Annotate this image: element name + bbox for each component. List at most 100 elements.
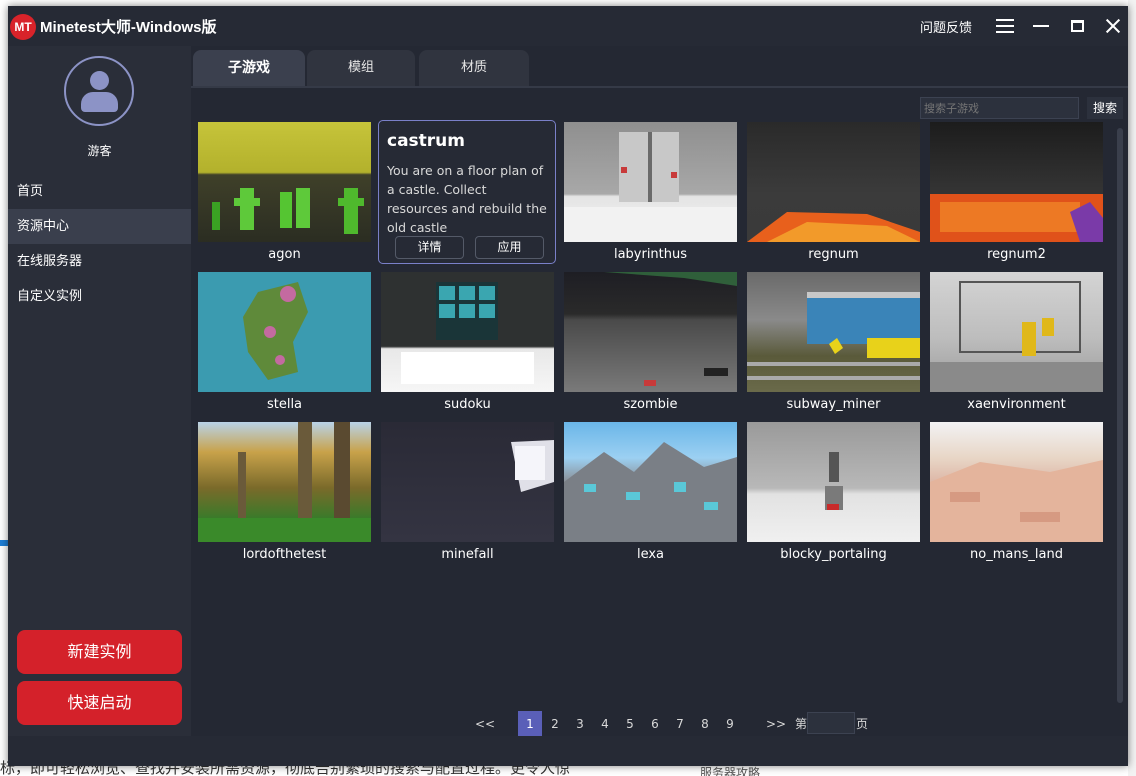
apply-button[interactable]: 应用 [475, 236, 544, 259]
details-button[interactable]: 详情 [395, 236, 464, 259]
sidebar-item-resources[interactable]: 资源中心 [8, 209, 191, 244]
feedback-link[interactable]: 问题反馈 [920, 17, 972, 36]
page-button-2[interactable]: 2 [548, 711, 562, 737]
regnum2-scene [930, 194, 1103, 242]
app-logo: MT [10, 14, 36, 40]
maximize-icon[interactable] [1064, 12, 1092, 40]
game-card-subway_miner[interactable]: subway_miner [747, 272, 920, 418]
labyrinthus-scene [564, 132, 737, 242]
tab-subgames[interactable]: 子游戏 [193, 50, 305, 86]
page-button-5[interactable]: 5 [623, 711, 637, 737]
game-thumbnail [198, 122, 371, 242]
user-icon-body [81, 92, 118, 112]
sidebar-item-home[interactable]: 首页 [8, 174, 191, 209]
sidebar-item-servers[interactable]: 在线服务器 [8, 244, 191, 279]
game-name: sudoku [444, 397, 491, 412]
game-card-regnum[interactable]: regnum [747, 122, 920, 268]
game-card-castrum[interactable]: castrum You are on a floor plan of a cas… [378, 120, 556, 264]
game-thumbnail [564, 422, 737, 542]
page-button-7[interactable]: 7 [673, 711, 687, 737]
search-button[interactable]: 搜索 [1087, 97, 1123, 119]
avatar[interactable] [64, 56, 134, 126]
game-name: agon [268, 247, 301, 262]
subway-miner-scene [747, 292, 920, 380]
game-card-agon[interactable]: agon [198, 122, 371, 268]
minimize-icon[interactable] [1028, 12, 1056, 40]
user-icon-head [90, 71, 109, 90]
username: 游客 [87, 144, 112, 158]
game-name: minefall [441, 547, 494, 562]
menu-icon[interactable] [992, 12, 1020, 40]
scrollbar[interactable] [1117, 128, 1123, 703]
goto-page-suffix: 页 [855, 717, 868, 731]
game-thumbnail [381, 422, 554, 542]
game-card-labyrinthus[interactable]: labyrinthus [564, 122, 737, 268]
game-thumbnail [564, 122, 737, 242]
lexa-scene [564, 442, 737, 542]
page-button-6[interactable]: 6 [648, 711, 662, 737]
background-right-strip [1128, 0, 1136, 776]
prev-page-button[interactable]: << [475, 711, 495, 737]
game-card-lexa[interactable]: lexa [564, 422, 737, 568]
stella-scene [243, 282, 308, 380]
sidebar: 游客 首页 资源中心 在线服务器 自定义实例 新建实例 快速启动 [8, 46, 191, 736]
search-input[interactable] [920, 97, 1079, 119]
szombie-scene [604, 272, 737, 386]
sidebar-item-custom-instance[interactable]: 自定义实例 [8, 279, 191, 314]
game-name: blocky_portaling [780, 547, 887, 562]
app-title: Minetest大师-Windows版 [40, 19, 217, 36]
agon-scene [212, 188, 364, 234]
minefall-scene [511, 440, 554, 492]
game-name: stella [266, 397, 303, 412]
tab-divider [191, 86, 1128, 88]
game-card-stella[interactable]: stella [198, 272, 371, 418]
goto-page-input[interactable] [807, 712, 855, 734]
game-thumbnail [747, 422, 920, 542]
lordofthetest-scene [198, 422, 371, 542]
game-card-sudoku[interactable]: sudoku [381, 272, 554, 418]
game-card-lordofthetest[interactable]: lordofthetest [198, 422, 371, 568]
game-name: xaenvironment [967, 397, 1066, 412]
game-card-minefall[interactable]: minefall [381, 422, 554, 568]
game-thumbnail [747, 272, 920, 392]
tab-textures[interactable]: 材质 [419, 50, 529, 86]
sudoku-scene [401, 282, 534, 384]
main-content: 子游戏 模组 材质 搜索 agon [191, 46, 1128, 737]
game-thumbnail [747, 122, 920, 242]
game-thumbnail [564, 272, 737, 392]
page-button-1[interactable]: 1 [518, 711, 542, 737]
game-name: szombie [623, 397, 678, 412]
page-button-3[interactable]: 3 [573, 711, 587, 737]
game-thumbnail [381, 272, 554, 392]
next-page-button[interactable]: >> [766, 711, 786, 737]
close-icon[interactable] [1100, 12, 1128, 40]
tab-mods[interactable]: 模组 [307, 50, 415, 86]
game-card-regnum2[interactable]: regnum2 [930, 122, 1103, 268]
page-button-8[interactable]: 8 [698, 711, 712, 737]
regnum-scene [747, 212, 920, 242]
game-card-blocky_portaling[interactable]: blocky_portaling [747, 422, 920, 568]
page-button-4[interactable]: 4 [598, 711, 612, 737]
quick-start-button[interactable]: 快速启动 [17, 681, 182, 725]
game-description: You are on a floor plan of a castle. Col… [387, 163, 547, 235]
game-thumbnail [930, 272, 1103, 392]
game-name: no_mans_land [970, 547, 1063, 562]
game-card-szombie[interactable]: szombie [564, 272, 737, 418]
no-mans-land-scene [930, 460, 1103, 542]
xaenvironment-scene [930, 281, 1103, 392]
goto-page-prefix: 第 [794, 717, 807, 731]
game-thumbnail [930, 122, 1103, 242]
bottom-bar [8, 736, 1128, 766]
sidebar-nav: 首页 资源中心 在线服务器 自定义实例 [8, 174, 191, 314]
game-name: subway_miner [786, 397, 881, 412]
game-name: labyrinthus [613, 247, 688, 262]
blocky-portaling-scene [825, 452, 843, 510]
game-name: lexa [636, 547, 665, 562]
new-instance-button[interactable]: 新建实例 [17, 630, 182, 674]
title-bar: MT Minetest大师-Windows版 问题反馈 [8, 6, 1128, 46]
page-button-9[interactable]: 9 [723, 711, 737, 737]
game-card-no_mans_land[interactable]: no_mans_land [930, 422, 1103, 568]
game-card-xaenvironment[interactable]: xaenvironment [930, 272, 1103, 418]
app-window: MT Minetest大师-Windows版 问题反馈 游客 首页 资源中心 在… [8, 6, 1128, 766]
pagination: << 1 2 3 4 5 6 7 8 9 >> 第 页 [461, 711, 881, 737]
